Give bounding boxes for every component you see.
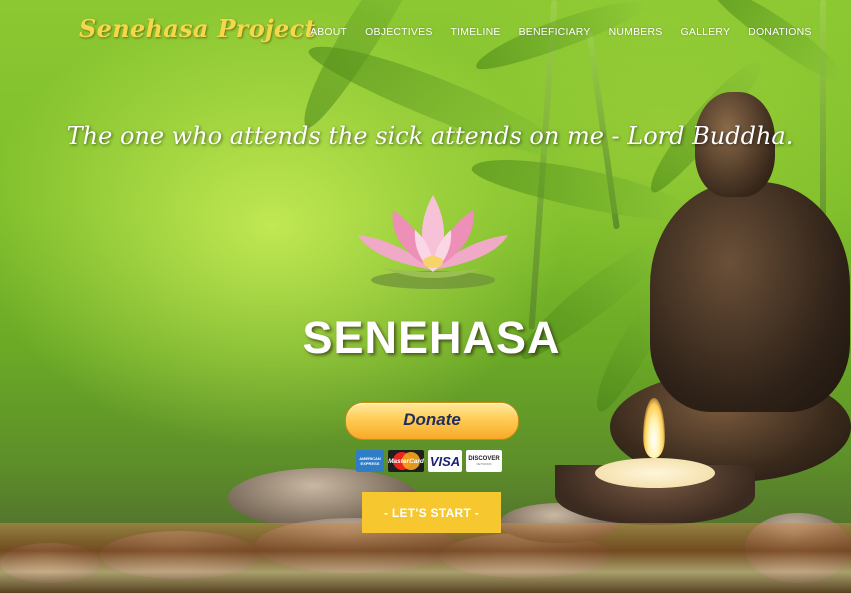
navbar: Senehasa Project ABOUT OBJECTIVES TIMELI…: [0, 0, 851, 64]
nav-item-beneficiary[interactable]: BENEFICIARY: [519, 26, 591, 38]
lotus-icon: [358, 195, 508, 289]
discover-sub-label: NETWORK: [476, 462, 492, 466]
nav-item-gallery[interactable]: GALLERY: [681, 26, 731, 38]
mastercard-label: MasterCard: [388, 457, 424, 465]
nav-item-donations[interactable]: DONATIONS: [748, 26, 811, 38]
mastercard-icon: MasterCard: [388, 450, 424, 472]
nav-item-timeline[interactable]: TIMELINE: [451, 26, 501, 38]
nav-item-about[interactable]: ABOUT: [310, 26, 347, 38]
donate-button-label: Donate: [403, 410, 461, 429]
donate-button[interactable]: Donate: [345, 402, 519, 440]
site-logo[interactable]: Senehasa Project: [79, 14, 316, 43]
discover-card-icon: DISCOVER NETWORK: [466, 450, 502, 472]
amex-card-icon: AMERICAN EXPRESS: [356, 450, 384, 472]
nav-item-numbers[interactable]: NUMBERS: [609, 26, 663, 38]
lets-start-button[interactable]: - LET'S START -: [362, 492, 501, 533]
visa-card-icon: VISA: [428, 450, 462, 472]
hero-quote: The one who attends the sick attends on …: [66, 122, 794, 150]
payment-cards: AMERICAN EXPRESS MasterCard VISA DISCOVE…: [356, 450, 502, 472]
nav-menu: ABOUT OBJECTIVES TIMELINE BENEFICIARY NU…: [310, 26, 830, 38]
water-reflection: [0, 523, 851, 593]
hero-title: SENEHASA: [302, 312, 561, 363]
nav-item-objectives[interactable]: OBJECTIVES: [365, 26, 432, 38]
candle: [555, 398, 755, 525]
